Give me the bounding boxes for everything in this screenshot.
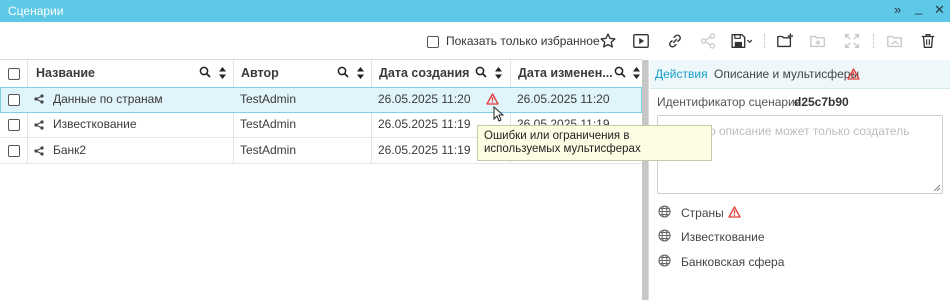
collapse-panel-button[interactable]: »: [894, 2, 901, 18]
window-titlebar: Сценарии » _ ✕: [0, 0, 950, 22]
close-button[interactable]: ✕: [934, 2, 945, 18]
mouse-cursor-icon: [493, 106, 504, 122]
star-icon[interactable]: [598, 31, 618, 51]
row-author: TestAdmin: [240, 117, 297, 131]
multisphere-item[interactable]: Известкование: [681, 229, 765, 245]
row-name: Данные по странам: [53, 92, 163, 106]
column-header-modified[interactable]: Дата изменен...: [518, 60, 613, 87]
search-icon[interactable]: [337, 66, 349, 78]
row-checkbox[interactable]: [8, 119, 20, 131]
select-all-checkbox[interactable]: [8, 68, 20, 80]
scenario-icon: [34, 120, 44, 130]
folder-star-icon[interactable]: [808, 31, 828, 51]
column-header-author[interactable]: Автор: [241, 60, 279, 87]
minimize-button[interactable]: _: [915, 0, 922, 16]
row-modified: 26.05.2025 11:20: [517, 92, 610, 106]
multisphere-item[interactable]: Страны: [681, 205, 724, 221]
warning-icon: [847, 68, 860, 80]
row-created: 26.05.2025 11:20: [378, 92, 471, 106]
search-icon[interactable]: [614, 66, 626, 78]
panel-tabs: Действия Описание и мультисферы: [650, 60, 950, 89]
toolbar-separator: [873, 34, 875, 48]
tab-description[interactable]: Описание и мультисферы: [714, 60, 859, 88]
warning-icon[interactable]: [486, 93, 499, 105]
row-name: Известкование: [53, 117, 137, 131]
sort-icon[interactable]: [218, 66, 227, 80]
trash-icon[interactable]: [918, 31, 938, 51]
favorites-only-label[interactable]: Показать только избранное: [446, 34, 600, 48]
favorites-only-checkbox[interactable]: [427, 36, 439, 48]
row-created: 26.05.2025 11:19: [378, 143, 471, 157]
search-icon[interactable]: [199, 66, 211, 78]
row-name: Банк2: [53, 143, 87, 157]
folder-upload-icon[interactable]: [885, 31, 905, 51]
row-checkbox[interactable]: [8, 94, 20, 106]
row-divider: [0, 163, 642, 164]
scenario-icon: [34, 94, 44, 104]
row-author: TestAdmin: [240, 143, 297, 157]
row-checkbox[interactable]: [8, 145, 20, 157]
save-icon[interactable]: [729, 31, 755, 51]
expand-icon[interactable]: [842, 31, 862, 51]
link-icon[interactable]: [665, 31, 685, 51]
sort-icon[interactable]: [632, 66, 641, 80]
panel-splitter[interactable]: [648, 60, 649, 300]
row-author: TestAdmin: [240, 92, 297, 106]
globe-icon: [658, 205, 671, 218]
multisphere-item[interactable]: Банковская сфера: [681, 254, 784, 270]
column-header-created[interactable]: Дата создания: [379, 60, 469, 87]
globe-icon: [658, 229, 671, 242]
folder-add-icon[interactable]: [775, 31, 795, 51]
description-placeholder: о описание может только создатель: [709, 124, 910, 138]
scenario-id-label: Идентификатор сценария:: [657, 95, 805, 109]
scenario-icon: [34, 146, 44, 156]
search-icon[interactable]: [475, 66, 487, 78]
toolbar: Показать только избранное: [0, 22, 950, 58]
resize-handle-icon[interactable]: [933, 184, 941, 192]
tab-actions[interactable]: Действия: [655, 60, 708, 88]
sort-icon[interactable]: [356, 66, 365, 80]
window-title: Сценарии: [8, 4, 64, 18]
toolbar-separator: [764, 34, 766, 48]
warning-icon[interactable]: [728, 206, 741, 218]
share-icon[interactable]: [698, 31, 718, 51]
row-created: 26.05.2025 11:19: [378, 117, 471, 131]
globe-icon: [658, 254, 671, 267]
scenario-id-value: d25c7b90: [794, 95, 849, 109]
play-icon[interactable]: [631, 31, 651, 51]
sort-icon[interactable]: [494, 66, 503, 80]
column-header-name[interactable]: Название: [36, 60, 95, 87]
warning-tooltip: Ошибки или ограничения в используемых му…: [477, 125, 712, 161]
